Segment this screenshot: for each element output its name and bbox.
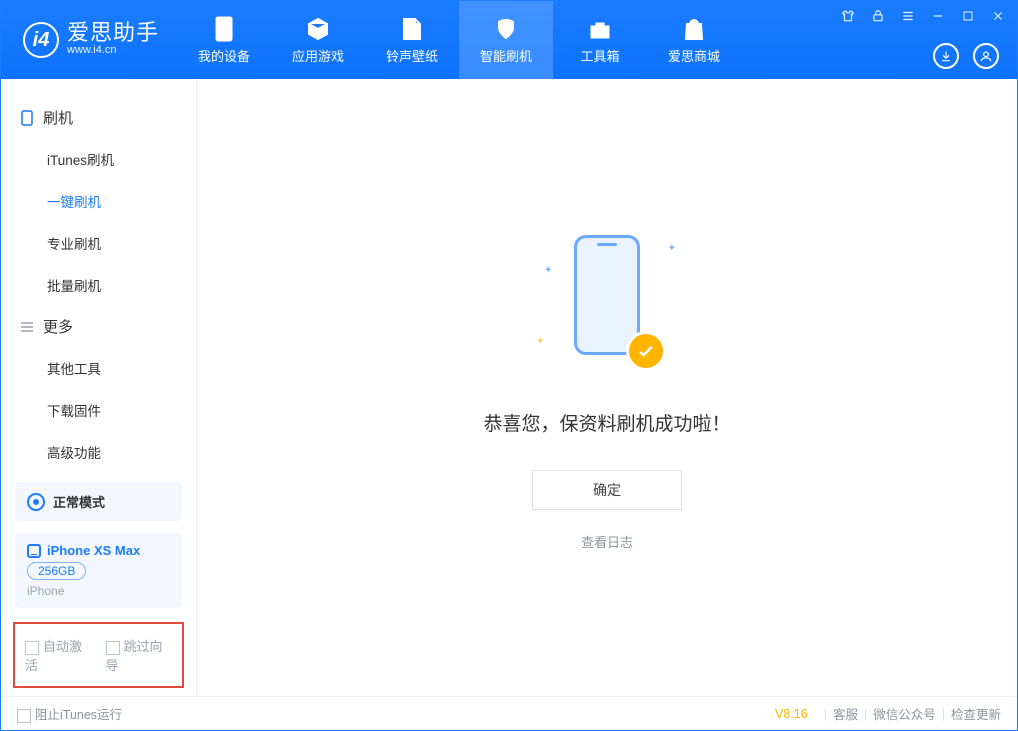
sidebar-item-batch-flash[interactable]: 批量刷机 [1, 264, 196, 306]
sidebar-item-pro-flash[interactable]: 专业刷机 [1, 222, 196, 264]
success-illustration: ✦ ✦ ✦ [532, 225, 682, 375]
sidebar-section-flash: 刷机 [1, 97, 196, 138]
section-title: 刷机 [43, 107, 73, 128]
check-badge-icon [626, 331, 666, 371]
top-right-actions [933, 43, 999, 69]
toolbox-icon [587, 16, 613, 42]
logo: i4 爱思助手 www.i4.cn [1, 1, 177, 79]
status-bar: 阻止iTunes运行 V8.16 | 客服 | 微信公众号 | 检查更新 [1, 696, 1017, 730]
version-label: V8.16 [775, 707, 808, 721]
maximize-icon[interactable] [959, 7, 977, 25]
mode-icon [27, 493, 45, 511]
window-controls [839, 7, 1007, 25]
nav-store[interactable]: 爱思商城 [647, 1, 741, 79]
sidebar-item-oneclick[interactable]: 一键刷机 [1, 180, 196, 222]
nav-apps[interactable]: 应用游戏 [271, 1, 365, 79]
refresh-shield-icon [493, 16, 519, 42]
device-icon [211, 16, 237, 42]
status-link-update[interactable]: 检查更新 [951, 704, 1001, 723]
logo-icon: i4 [23, 22, 59, 58]
bag-icon [681, 16, 707, 42]
sidebar-item-other-tools[interactable]: 其他工具 [1, 347, 196, 389]
skip-guide-checkbox[interactable]: 跳过向导 [106, 636, 173, 674]
lock-icon[interactable] [869, 7, 887, 25]
mode-box[interactable]: 正常模式 [15, 482, 182, 521]
nav-flash[interactable]: 智能刷机 [459, 1, 553, 79]
music-file-icon [399, 16, 425, 42]
device-box[interactable]: iPhone XS Max 256GB iPhone [15, 533, 182, 608]
minimize-icon[interactable] [929, 7, 947, 25]
top-nav: 我的设备 应用游戏 铃声壁纸 智能刷机 工具箱 爱思商城 [177, 1, 741, 79]
phone-icon [19, 110, 35, 126]
nav-label: 智能刷机 [480, 46, 532, 65]
mode-label: 正常模式 [53, 492, 105, 511]
top-bar: i4 爱思助手 www.i4.cn 我的设备 应用游戏 铃声壁纸 智能刷机 [1, 1, 1017, 79]
sidebar-item-itunes-flash[interactable]: iTunes刷机 [1, 138, 196, 180]
nav-label: 工具箱 [581, 46, 620, 65]
nav-label: 我的设备 [198, 46, 250, 65]
block-itunes-checkbox[interactable]: 阻止iTunes运行 [17, 704, 122, 723]
ok-button[interactable]: 确定 [532, 470, 682, 510]
nav-ringtones[interactable]: 铃声壁纸 [365, 1, 459, 79]
sidebar-section-more: 更多 [1, 306, 196, 347]
close-icon[interactable] [989, 7, 1007, 25]
nav-label: 铃声壁纸 [386, 46, 438, 65]
list-icon [19, 321, 35, 333]
app-subtitle: www.i4.cn [67, 44, 159, 57]
view-log-link[interactable]: 查看日志 [581, 532, 633, 551]
device-small-icon [27, 544, 41, 558]
success-message: 恭喜您，保资料刷机成功啦！ [483, 409, 730, 436]
sidebar: 刷机 iTunes刷机 一键刷机 专业刷机 批量刷机 更多 其他工具 下载固件 … [1, 79, 197, 696]
cube-icon [305, 16, 331, 42]
status-link-support[interactable]: 客服 [833, 704, 858, 723]
download-button[interactable] [933, 43, 959, 69]
account-button[interactable] [973, 43, 999, 69]
nav-my-device[interactable]: 我的设备 [177, 1, 271, 79]
sidebar-item-download-fw[interactable]: 下载固件 [1, 389, 196, 431]
auto-activate-checkbox[interactable]: 自动激活 [25, 636, 92, 674]
app-title: 爱思助手 [67, 22, 159, 44]
nav-label: 应用游戏 [292, 46, 344, 65]
device-name: iPhone XS Max [47, 543, 140, 558]
device-type: iPhone [27, 584, 170, 598]
device-capacity: 256GB [27, 562, 86, 580]
main-panel: ✦ ✦ ✦ 恭喜您，保资料刷机成功啦！ 确定 查看日志 [197, 79, 1017, 696]
highlighted-options: 自动激活 跳过向导 [13, 622, 184, 688]
tshirt-icon[interactable] [839, 7, 857, 25]
nav-label: 爱思商城 [668, 46, 720, 65]
nav-toolbox[interactable]: 工具箱 [553, 1, 647, 79]
menu-icon[interactable] [899, 7, 917, 25]
sidebar-item-advanced[interactable]: 高级功能 [1, 431, 196, 473]
status-link-wechat[interactable]: 微信公众号 [873, 704, 936, 723]
section-title: 更多 [43, 316, 73, 337]
phone-icon [574, 235, 640, 355]
